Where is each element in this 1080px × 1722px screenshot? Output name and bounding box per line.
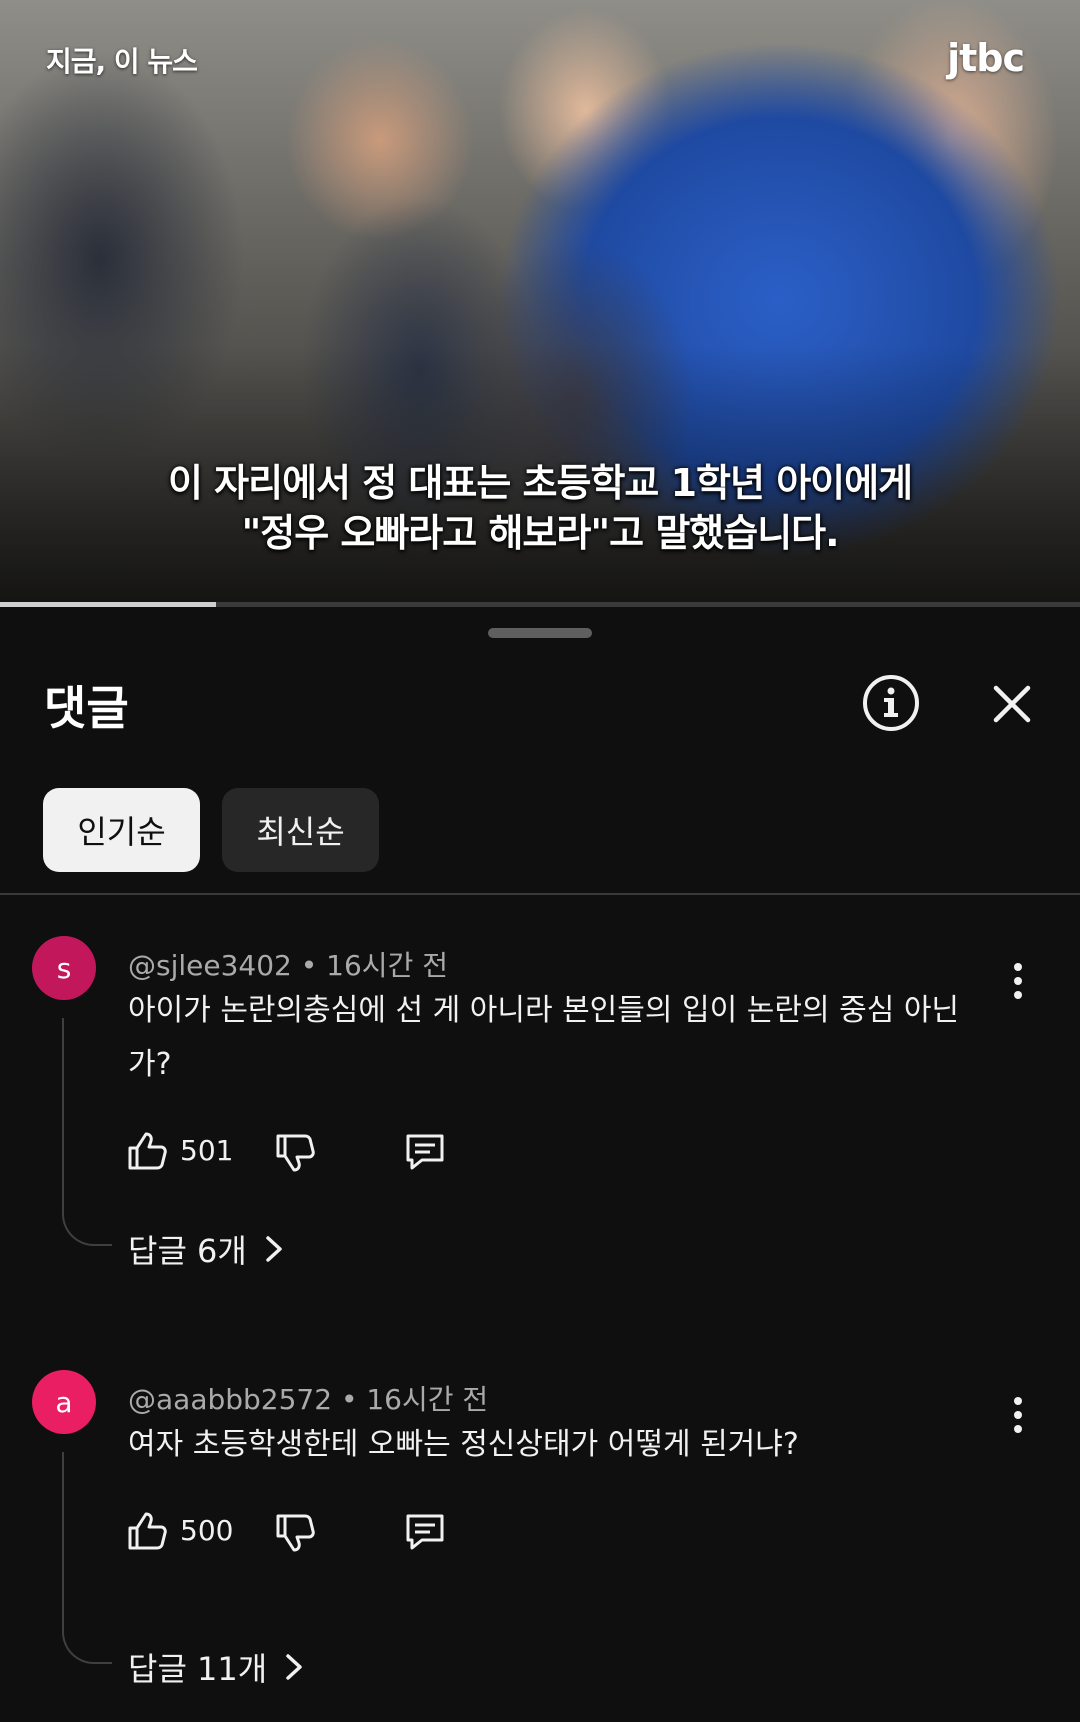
view-replies-button[interactable]: 답글 11개 (128, 1644, 307, 1690)
comment-meta: @aaabbb2572 • 16시간 전 (128, 1383, 489, 1416)
sheet-title: 댓글 (44, 681, 129, 735)
thumbs-down-icon[interactable] (272, 1510, 318, 1556)
video-program-label: 지금, 이 뉴스 (46, 45, 198, 78)
subtitle-line-1: 이 자리에서 정 대표는 초등학교 1학년 아이에게 (167, 461, 913, 505)
sort-popular-chip[interactable]: 인기순 (43, 788, 200, 872)
video-player[interactable]: 지금, 이 뉴스 jtbc 이 자리에서 정 대표는 초등학교 1학년 아이에게… (0, 0, 1080, 605)
avatar[interactable]: a (32, 1370, 96, 1434)
subtitle-line-2: "정우 오빠라고 해보라"고 말했습니다. (241, 511, 839, 555)
info-icon (863, 675, 919, 731)
comments-sheet: 댓글 인기순 최신순 s @sjlee3402 • 16시간 전 아이가 논란의… (0, 608, 1080, 1716)
like-count: 500 (180, 1514, 234, 1547)
comment-item: s @sjlee3402 • 16시간 전 아이가 논란의충심에 선 게 아니라… (0, 928, 1080, 1328)
drag-handle[interactable] (488, 628, 592, 638)
replies-count: 답글 6개 (128, 1232, 247, 1270)
channel-logo: jtbc (947, 36, 1025, 80)
thumbs-down-icon[interactable] (272, 1130, 318, 1176)
thumbs-up-icon[interactable] (124, 1508, 170, 1554)
chevron-right-icon (266, 1236, 282, 1262)
more-vert-icon (1014, 1397, 1022, 1433)
more-options-button[interactable] (1000, 956, 1036, 1006)
comment-item: a @aaabbb2572 • 16시간 전 여자 초등학생한테 오빠는 정신상… (0, 1362, 1080, 1722)
comment-text: 아이가 논란의충심에 선 게 아니라 본인들의 입이 논란의 중심 아닌가? (128, 993, 960, 1082)
close-icon (993, 685, 1031, 723)
chevron-right-icon (286, 1654, 302, 1680)
comment-text: 여자 초등학생한테 오빠는 정신상태가 어떻게 된거냐? (128, 1427, 799, 1462)
comment-meta: @sjlee3402 • 16시간 전 (128, 949, 448, 982)
avatar-letter: s (56, 951, 72, 985)
more-vert-icon (1014, 963, 1022, 999)
more-options-button[interactable] (1000, 1390, 1036, 1440)
close-button[interactable] (986, 678, 1038, 730)
thumbs-up-icon[interactable] (124, 1128, 170, 1174)
video-progress-bar[interactable] (0, 602, 1080, 607)
view-replies-button[interactable]: 답글 6개 (128, 1226, 287, 1272)
avatar-letter: a (55, 1385, 73, 1419)
video-progress-fill (0, 602, 216, 607)
divider (0, 893, 1080, 895)
info-button[interactable] (860, 672, 922, 734)
thread-line (62, 1018, 112, 1246)
reply-icon[interactable] (402, 1128, 448, 1174)
like-count: 501 (180, 1134, 234, 1167)
sort-recent-chip[interactable]: 최신순 (222, 788, 379, 872)
thread-line (62, 1452, 112, 1664)
replies-count: 답글 11개 (128, 1650, 268, 1688)
reply-icon[interactable] (402, 1508, 448, 1554)
avatar[interactable]: s (32, 936, 96, 1000)
